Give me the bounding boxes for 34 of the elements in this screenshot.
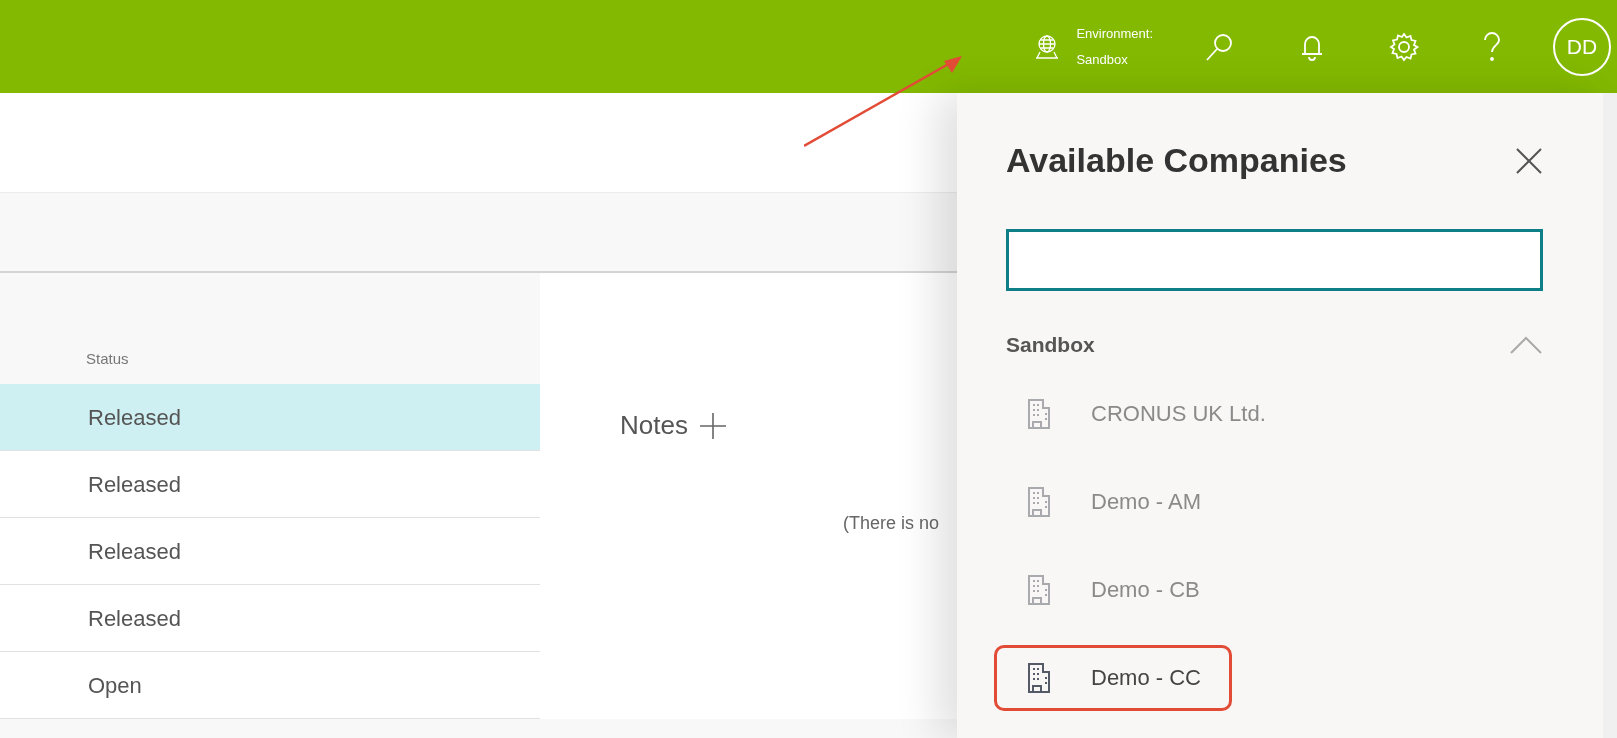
status-cell-text: Released: [88, 403, 181, 432]
column-header[interactable]: Status: [86, 347, 129, 370]
chevron-up-icon[interactable]: [1509, 334, 1543, 355]
company-name: CRONUS UK Ltd.: [1091, 400, 1266, 428]
company-item[interactable]: Demo - CC: [994, 644, 1232, 711]
table-row[interactable]: Released: [0, 518, 540, 585]
status-cell-text: Released: [88, 470, 181, 499]
building-icon: [1027, 397, 1051, 430]
company-name: Demo - CB: [1091, 576, 1200, 604]
building-icon: [1027, 661, 1051, 694]
close-icon[interactable]: [1515, 146, 1543, 175]
company-item[interactable]: CRONUS UK Ltd.: [994, 380, 1297, 447]
status-cell-text: Released: [88, 604, 181, 633]
panel-title: Available Companies: [1006, 140, 1347, 181]
add-icon[interactable]: [697, 410, 728, 441]
building-icon: [1027, 485, 1051, 518]
status-cell-text: Released: [88, 537, 181, 566]
search-field[interactable]: [1006, 229, 1543, 291]
building-icon: [1027, 573, 1051, 606]
notes-title: Notes: [620, 409, 688, 442]
company-item[interactable]: Demo - CB: [994, 556, 1231, 623]
company-item[interactable]: Demo - AM: [994, 468, 1233, 535]
group-header[interactable]: Sandbox: [1006, 329, 1543, 361]
group-name: Sandbox: [1006, 332, 1095, 358]
notes-empty-text: (There is no: [843, 513, 940, 533]
table-row[interactable]: Released: [0, 384, 540, 451]
environment-label: Environment:: [1076, 24, 1153, 43]
company-name: Demo - CC: [1091, 664, 1201, 692]
table-row[interactable]: Released: [0, 451, 540, 518]
table-row[interactable]: Open: [0, 652, 540, 719]
help-icon[interactable]: [1481, 29, 1503, 64]
company-name: Demo - AM: [1091, 488, 1202, 516]
status-cell-text: Open: [88, 671, 142, 700]
table-row[interactable]: Released: [0, 585, 540, 652]
